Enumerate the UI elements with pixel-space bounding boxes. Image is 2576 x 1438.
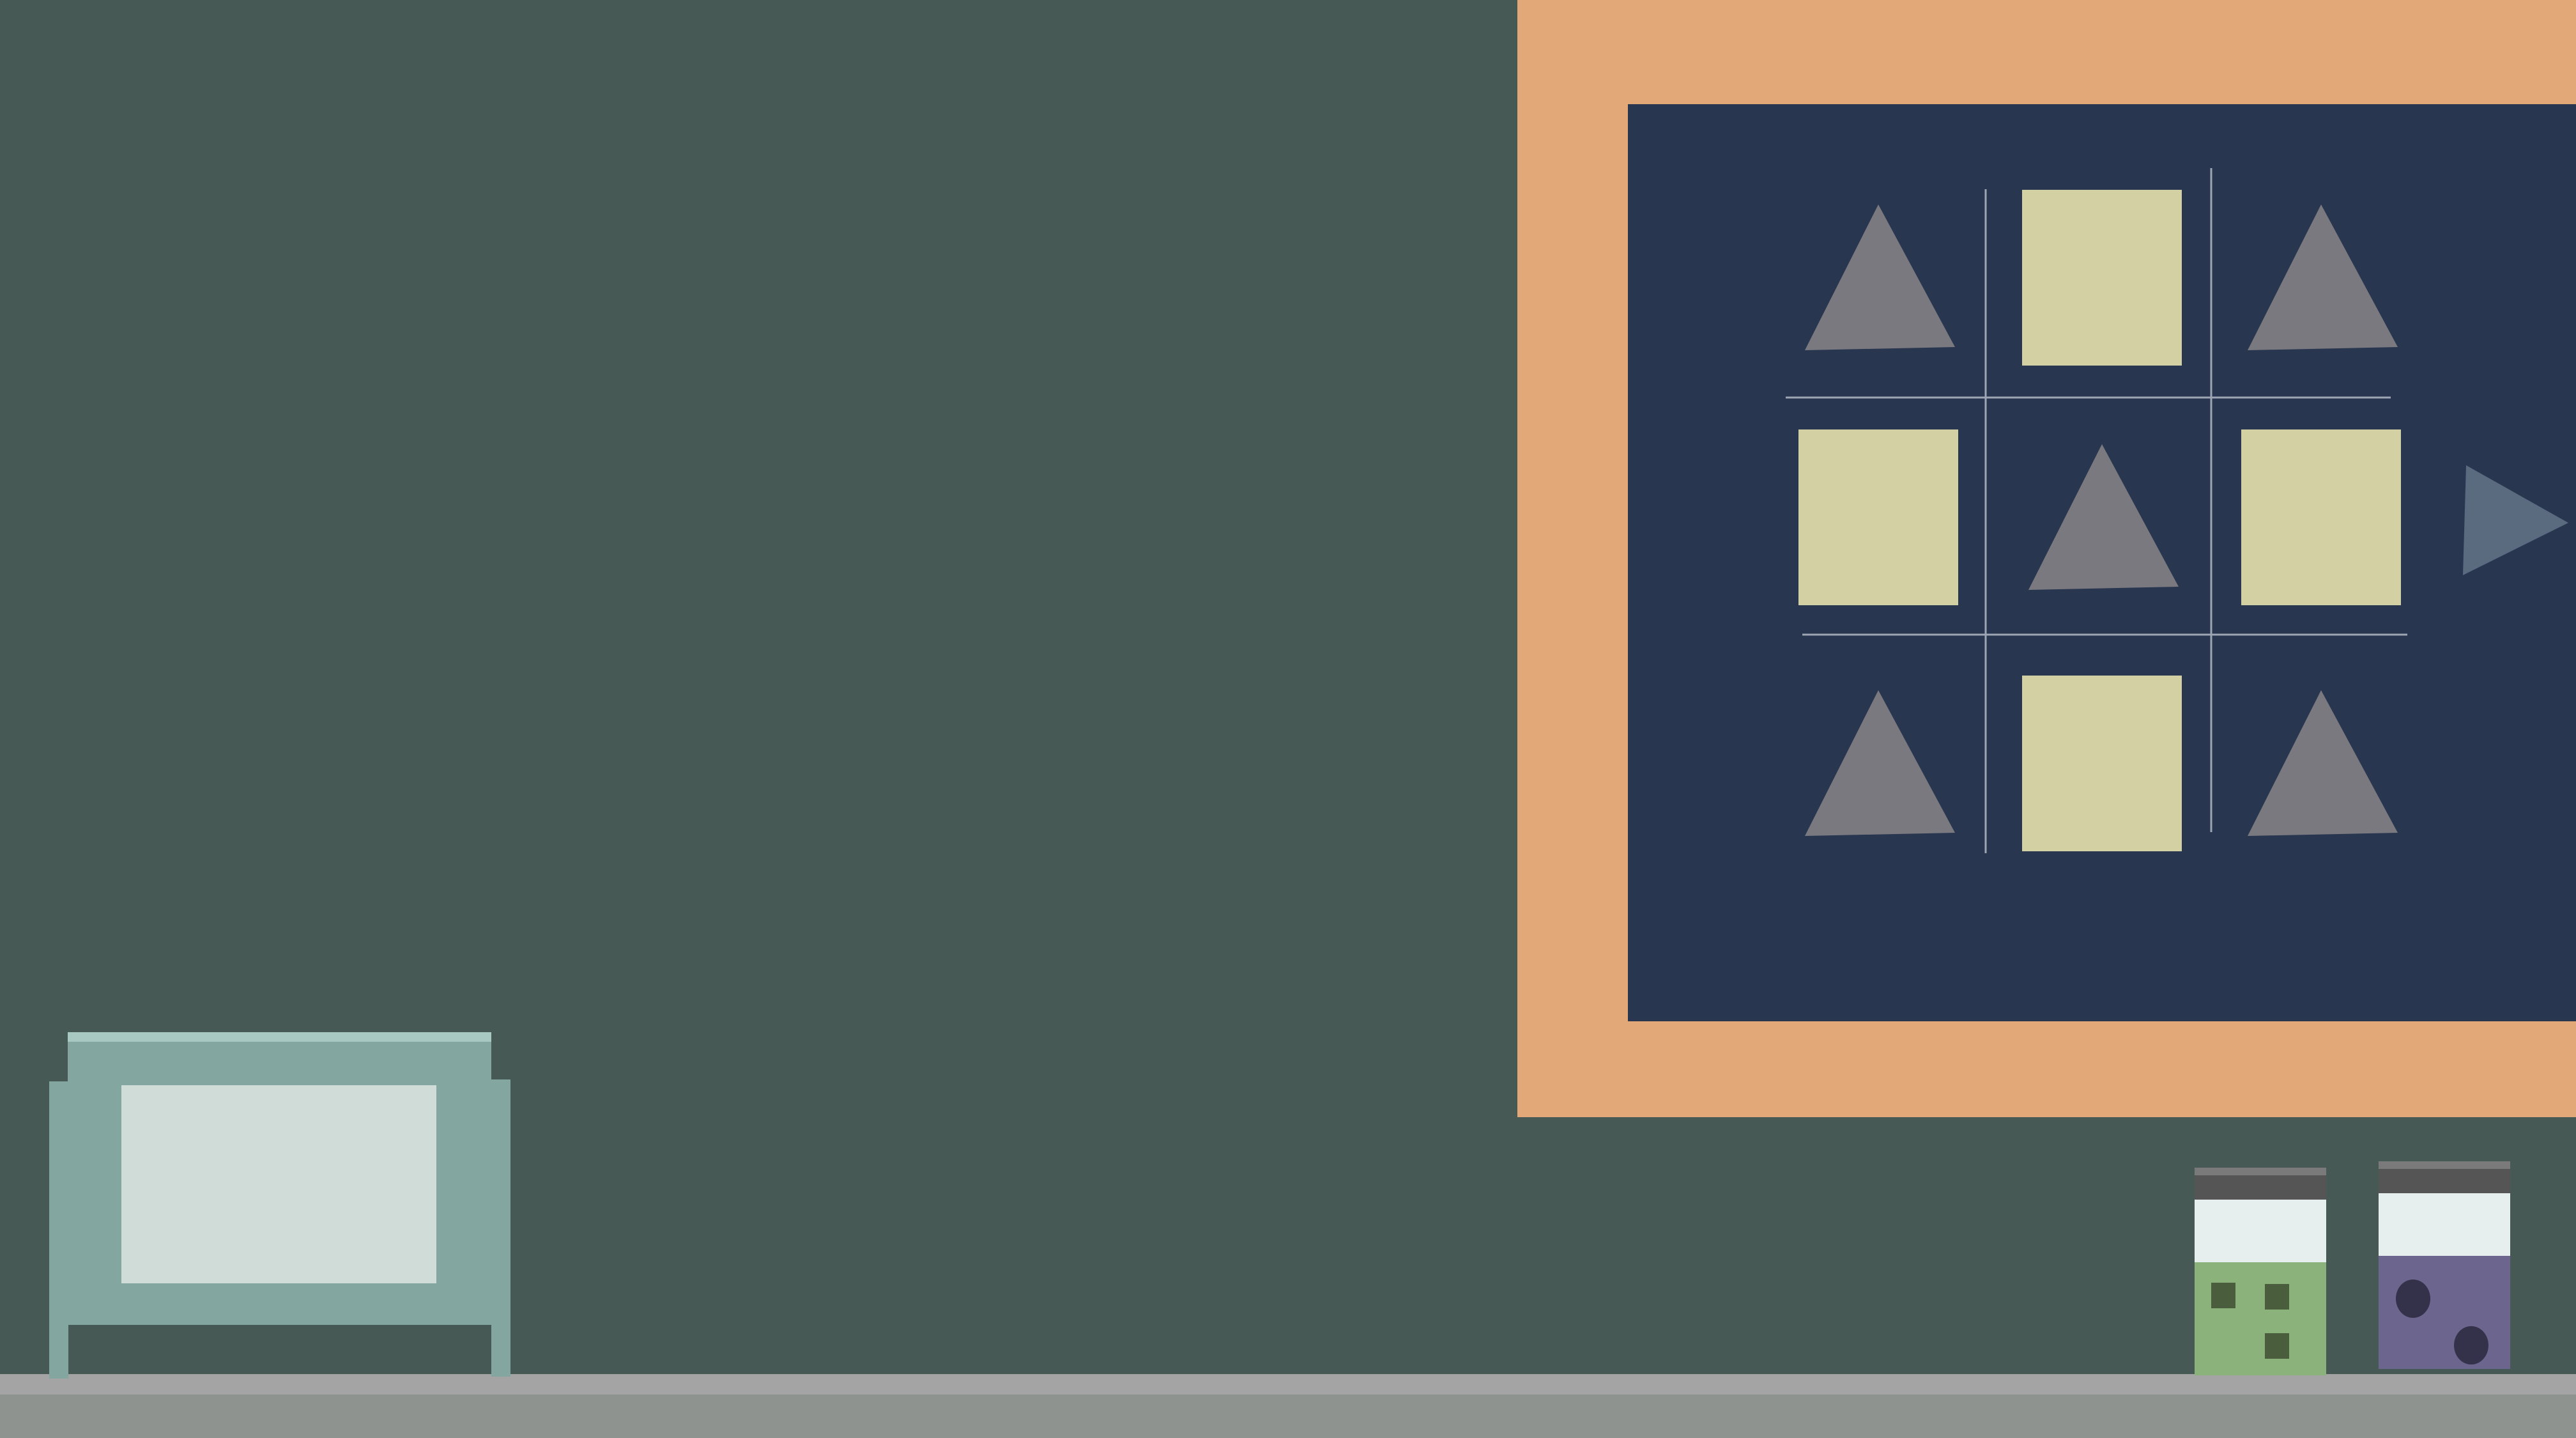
- jar-mark: [2265, 1333, 2289, 1359]
- jar-lid-rim: [2195, 1168, 2326, 1175]
- jar-liquid: [2195, 1262, 2326, 1375]
- square-tile[interactable]: [1798, 429, 1958, 605]
- square-tile[interactable]: [2241, 429, 2401, 605]
- puzzle-board: [1517, 0, 2576, 1117]
- jar-glass: [2195, 1200, 2326, 1262]
- floor: [0, 1374, 2576, 1438]
- jar-purple[interactable]: [2379, 1161, 2510, 1369]
- cabinet-left-leg: [49, 1081, 68, 1379]
- jar-mark: [2211, 1283, 2235, 1308]
- floor-surface: [0, 1395, 2576, 1438]
- jar-mark: [2265, 1284, 2289, 1310]
- floor-edge: [0, 1374, 2576, 1395]
- square-tile[interactable]: [2022, 190, 2182, 366]
- jar-glass: [2379, 1193, 2510, 1256]
- cabinet-panel: [121, 1085, 436, 1283]
- cabinet-top-trim: [68, 1032, 491, 1042]
- scene-canvas: [0, 0, 2576, 1438]
- jar-mark: [2396, 1280, 2430, 1318]
- jar-mark: [2454, 1326, 2488, 1365]
- game-scene: [0, 0, 2576, 1438]
- jar-liquid: [2379, 1256, 2510, 1369]
- board-tiles: [1798, 190, 2401, 851]
- cabinet-right-leg: [491, 1079, 510, 1377]
- square-tile[interactable]: [2022, 676, 2182, 851]
- jar-green[interactable]: [2195, 1168, 2326, 1375]
- jar-lid-rim: [2379, 1161, 2510, 1169]
